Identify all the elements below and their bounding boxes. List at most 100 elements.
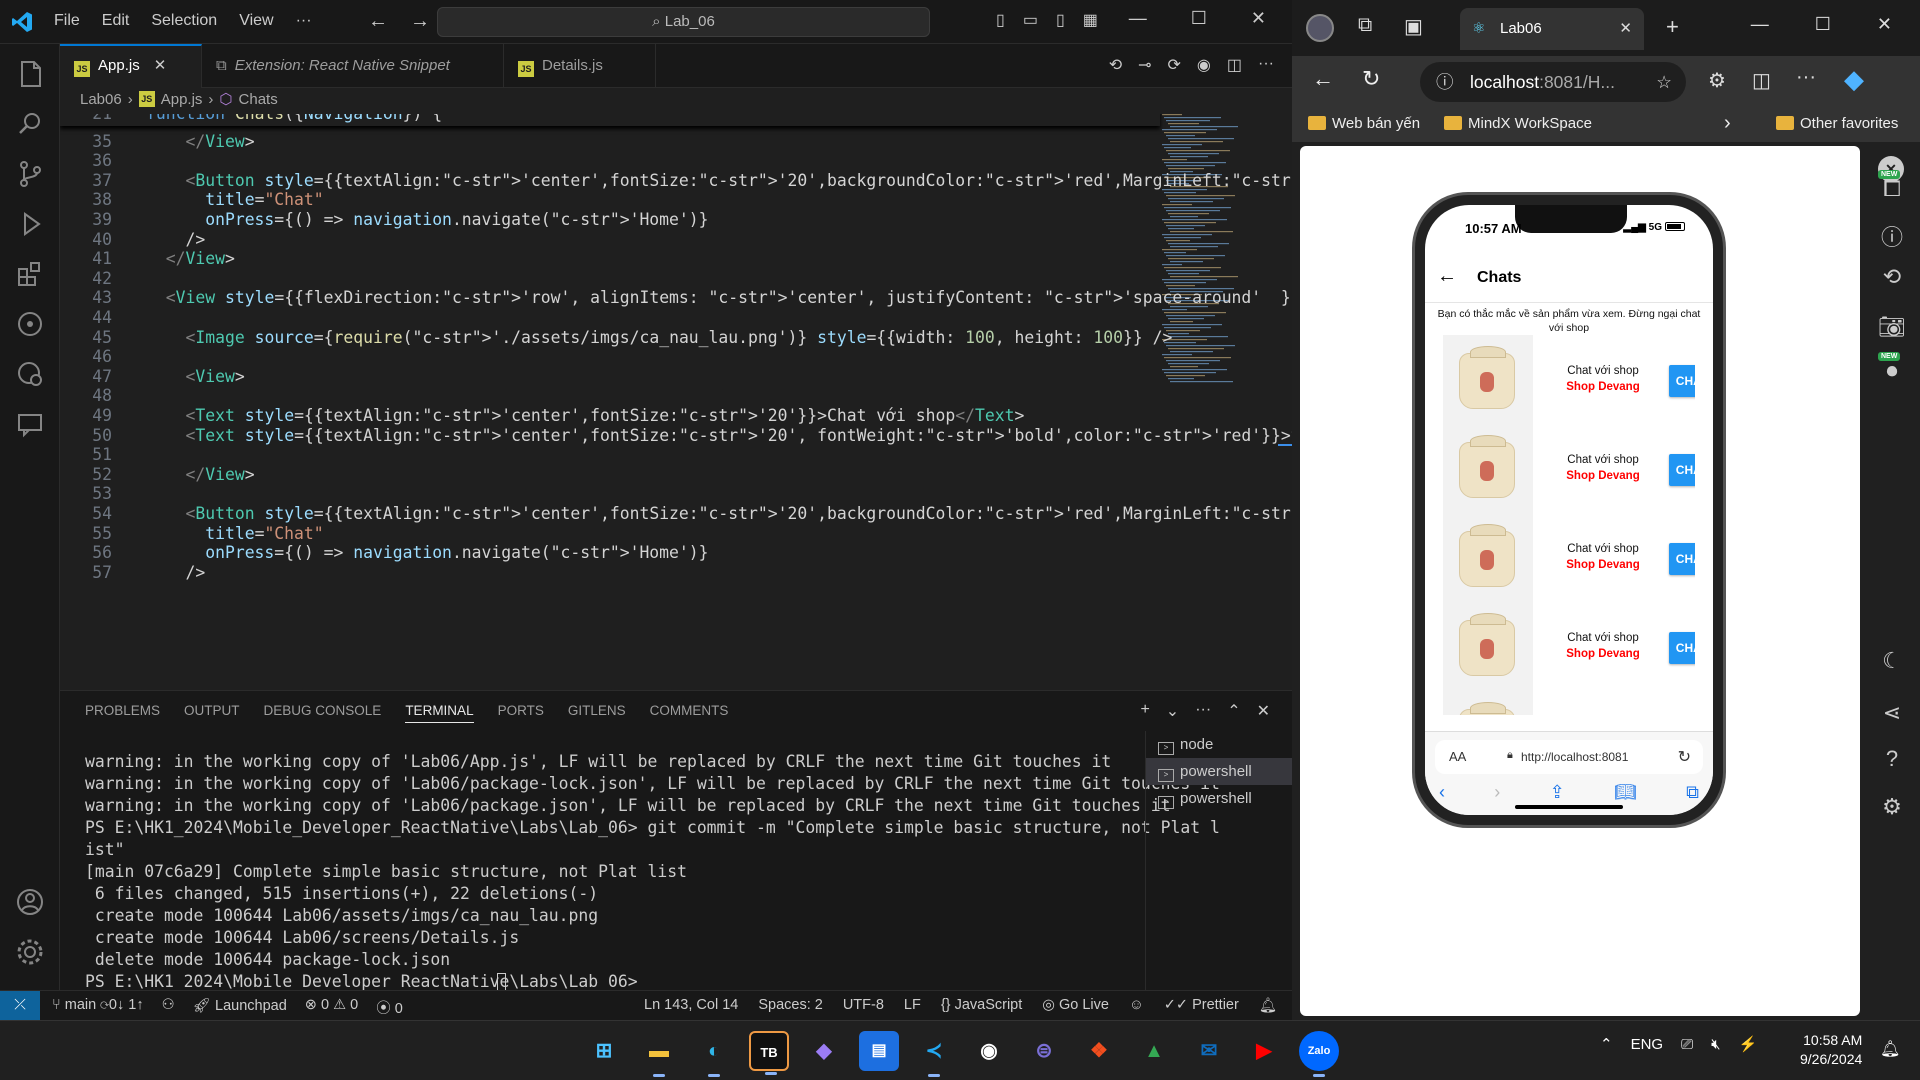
display-icon[interactable]: ⎚ <box>1681 1036 1693 1053</box>
safari-aa-button[interactable]: AA <box>1449 749 1466 764</box>
close-icon[interactable]: ✕ <box>1251 8 1266 29</box>
branch-status[interactable]: ⑂ main ⟳0↓ 1↑ <box>52 997 144 1018</box>
favorite-star-icon[interactable]: ☆ <box>1656 62 1672 102</box>
breadcrumb-folder[interactable]: Lab06 <box>80 91 122 108</box>
safari-back-icon[interactable]: ‹ <box>1439 782 1445 803</box>
gitlens-compare-icon[interactable]: ◉ <box>1197 55 1211 75</box>
github-desktop-icon[interactable]: ◉ <box>969 1031 1009 1071</box>
figma-icon[interactable]: ❖ <box>1079 1031 1119 1071</box>
new-tab-icon[interactable]: + <box>1666 14 1679 40</box>
terminal-output[interactable]: warning: in the working copy of 'Lab06/A… <box>85 751 1220 991</box>
extensions-icon[interactable] <box>12 256 48 292</box>
panel-tab-terminal[interactable]: TERMINAL <box>405 703 474 723</box>
panel-tab-gitlens[interactable]: GITLENS <box>568 703 626 723</box>
menu-more[interactable]: ··· <box>296 12 312 30</box>
encoding[interactable]: UTF-8 <box>843 997 884 1014</box>
chat-list[interactable]: Chat với shop Shop Devang CHAT Chat với sho… <box>1443 335 1695 715</box>
language-mode[interactable]: {} JavaScript <box>941 997 1022 1014</box>
copilot-icon[interactable]: ◆ <box>804 1031 844 1071</box>
chevron-down-icon[interactable]: ⌄ <box>1166 701 1179 721</box>
search-icon[interactable] <box>12 106 48 142</box>
chat-icon[interactable] <box>12 406 48 442</box>
tab-app-js[interactable]: JS App.js ✕ <box>60 44 202 88</box>
tab-extension-react-native-snippet[interactable]: ⧉ Extension: React Native Snippet <box>202 44 504 88</box>
launchpad-status[interactable]: 🚀︎ Launchpad <box>193 997 287 1018</box>
reload-icon[interactable]: ↻ <box>1678 747 1691 767</box>
share-icon[interactable]: ⋖ <box>1878 700 1906 728</box>
eclipse-icon[interactable]: ⊜ <box>1024 1031 1064 1071</box>
vscode-logo-icon[interactable] <box>10 10 34 34</box>
cursor-position[interactable]: Ln 143, Col 14 <box>644 997 738 1014</box>
jetbrains-toolbox-icon[interactable]: TB <box>749 1031 789 1075</box>
back-arrow-icon[interactable]: ← <box>368 10 388 33</box>
minimize-icon[interactable]: — <box>1751 14 1769 35</box>
chevron-up-icon[interactable]: ⌃ <box>1600 1035 1613 1053</box>
terminal-item-powershell[interactable]: > powershell <box>1146 758 1292 785</box>
forward-arrow-icon[interactable]: → <box>410 10 430 33</box>
chevron-right-icon[interactable]: › <box>1724 112 1731 135</box>
editor-scrollbar[interactable] <box>1278 114 1292 688</box>
go-forward-icon[interactable]: ⟳ <box>1168 55 1181 75</box>
source-control-icon[interactable] <box>12 156 48 192</box>
code-line[interactable]: 57 /> <box>60 561 1160 585</box>
maximize-panel-icon[interactable]: ⌃ <box>1227 701 1240 721</box>
address-bar[interactable]: ⓘ localhost:8081/H... ☆ <box>1420 62 1686 102</box>
commit-icon[interactable]: ⊸ <box>1138 55 1151 75</box>
panel-tab-ports[interactable]: PORTS <box>498 703 544 723</box>
maximize-icon[interactable]: ☐ <box>1191 8 1207 29</box>
copilot-icon[interactable]: ☺ <box>1129 997 1144 1014</box>
youtube-icon[interactable]: ▶ <box>1244 1031 1284 1071</box>
rotate-icon[interactable]: ⟲ <box>1878 264 1906 292</box>
bookmarks-icon[interactable]: 📖︎ <box>1614 782 1637 803</box>
close-panel-icon[interactable]: ✕ <box>1257 701 1270 721</box>
end-of-line[interactable]: LF <box>904 997 921 1014</box>
remote-indicator-icon[interactable]: ⤫ <box>0 991 40 1021</box>
chat-button[interactable]: CHAT <box>1669 454 1695 486</box>
minimize-icon[interactable]: — <box>1129 8 1147 29</box>
browser-tab-lab06[interactable]: ⚛ Lab06 ✕ <box>1460 8 1644 50</box>
vscode-icon[interactable]: ≺ <box>914 1031 954 1077</box>
favorite-mindx-workspace[interactable]: MindX WorkSpace <box>1444 115 1592 132</box>
menu-edit[interactable]: Edit <box>102 12 130 30</box>
site-info-icon[interactable]: ⓘ <box>1436 62 1454 102</box>
help-icon[interactable]: ? <box>1878 746 1906 774</box>
menu-file[interactable]: File <box>54 12 80 30</box>
tab-actions-icon[interactable]: ▣ <box>1404 14 1423 39</box>
safari-forward-icon[interactable]: › <box>1494 782 1500 803</box>
ports-status[interactable]: ⦿ 0 <box>376 997 403 1018</box>
file-explorer-icon[interactable]: ▬ <box>639 1031 679 1077</box>
panel-tab-problems[interactable]: PROBLEMS <box>85 703 160 723</box>
run-debug-icon[interactable] <box>12 206 48 242</box>
sticky-scroll-line[interactable]: 21 function Chats({Navigation}) { <box>60 114 1160 126</box>
panel-tab-output[interactable]: OUTPUT <box>184 703 240 723</box>
indentation[interactable]: Spaces: 2 <box>758 997 823 1014</box>
screen-record-icon[interactable]: NEW ⏺ <box>1878 352 1906 386</box>
command-center-search[interactable]: ⌕ Lab_06 <box>437 7 930 37</box>
close-tab-icon[interactable]: ✕ <box>1619 8 1632 50</box>
panel-tab-debug-console[interactable]: DEBUG CONSOLE <box>264 703 382 723</box>
split-screen-icon[interactable]: ◫ <box>1752 68 1771 93</box>
breadcrumb-symbol[interactable]: Chats <box>239 91 278 108</box>
minimap[interactable] <box>1160 114 1250 688</box>
menu-selection[interactable]: Selection <box>151 12 217 30</box>
gitlens-icon[interactable] <box>12 306 48 342</box>
zalo-icon[interactable]: Zalo <box>1299 1031 1339 1077</box>
toggle-secondary-sidebar-icon[interactable]: ▯ <box>1056 10 1065 30</box>
maximize-icon[interactable]: ☐ <box>1815 14 1831 35</box>
extensions-icon[interactable]: ⚙ <box>1708 68 1726 93</box>
screenshot-camera-icon[interactable]: 📷︎ <box>1878 314 1906 342</box>
toggle-panel-icon[interactable]: ▭ <box>1023 10 1038 30</box>
toggle-sidebar-icon[interactable]: ▯ <box>996 10 1005 30</box>
accounts-icon[interactable] <box>12 884 48 920</box>
new-terminal-icon[interactable]: + <box>1140 701 1149 721</box>
edge-browser-icon[interactable]: ◐ <box>694 1031 734 1077</box>
close-tab-icon[interactable]: ✕ <box>154 57 167 74</box>
settings-more-icon[interactable]: ··· <box>1796 66 1816 89</box>
chat-button[interactable]: CHAT <box>1669 365 1695 397</box>
taskbar-clock[interactable]: 10:58 AM 9/26/2024 <box>1800 1031 1862 1069</box>
more-actions-icon[interactable]: ··· <box>1258 55 1274 75</box>
menu-view[interactable]: View <box>239 12 273 30</box>
panel-tab-comments[interactable]: COMMENTS <box>650 703 729 723</box>
back-arrow-icon[interactable]: ← <box>1437 265 1457 288</box>
settings-gear-icon[interactable] <box>12 934 48 970</box>
